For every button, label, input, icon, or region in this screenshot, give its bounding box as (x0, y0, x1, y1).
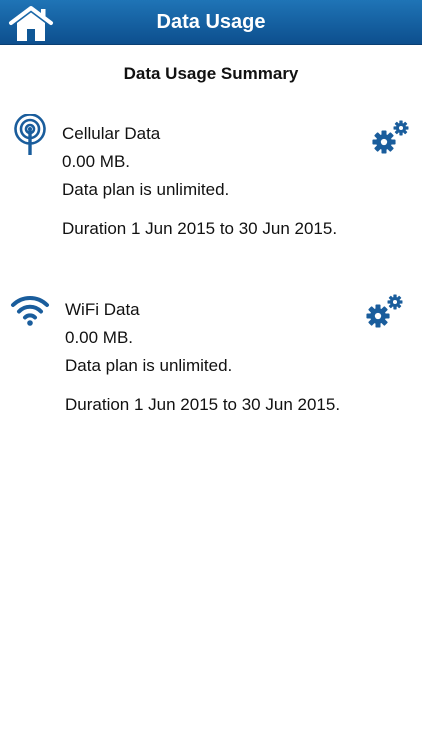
cellular-data-plan: Data plan is unlimited. (62, 180, 230, 199)
gears-icon (364, 289, 406, 331)
wifi-data-plan: Data plan is unlimited. (65, 356, 233, 375)
page-title: Data Usage (156, 11, 266, 33)
wifi-settings-button[interactable] (364, 289, 406, 331)
summary-title: Data Usage Summary (123, 64, 299, 83)
wifi-data-duration: Duration 1 Jun 2015 to 30 Jun 2015. (65, 395, 341, 414)
home-button[interactable] (8, 5, 54, 43)
cellular-data-duration: Duration 1 Jun 2015 to 30 Jun 2015. (62, 219, 338, 238)
cell-tower-icon (12, 114, 48, 156)
cellular-data-amount: 0.00 MB. (62, 152, 131, 171)
cellular-data-label: Cellular Data (62, 124, 161, 143)
wifi-icon (10, 294, 50, 326)
cellular-data-section: Cellular Data 0.00 MB. Data plan is unli… (0, 112, 422, 262)
wifi-data-label: WiFi Data (65, 300, 140, 319)
gears-icon (370, 115, 412, 157)
wifi-data-section: WiFi Data 0.00 MB. Data plan is unlimite… (0, 288, 422, 438)
app-header: Data Usage (0, 0, 422, 45)
home-icon (9, 6, 53, 41)
wifi-data-amount: 0.00 MB. (65, 328, 134, 347)
cellular-settings-button[interactable] (370, 115, 412, 157)
